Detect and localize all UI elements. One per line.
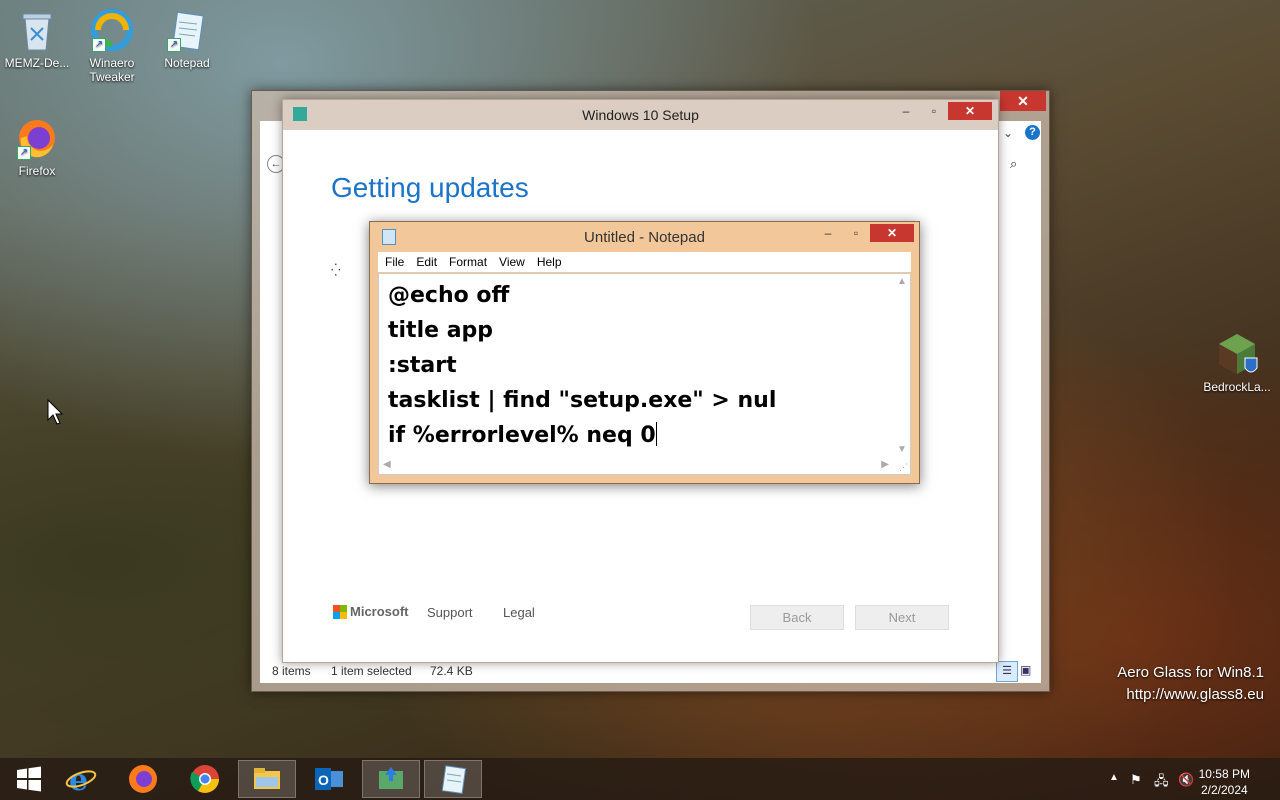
taskbar-file-explorer[interactable] bbox=[238, 760, 296, 798]
menu-file[interactable]: File bbox=[385, 255, 404, 269]
desktop-icon-bedrock-launcher[interactable]: BedrockLa... bbox=[1200, 332, 1274, 394]
taskbar-firefox[interactable] bbox=[114, 760, 172, 798]
text-line: :start bbox=[388, 353, 457, 378]
taskbar-windows-setup[interactable] bbox=[362, 760, 420, 798]
desktop-icon-label: MEMZ-De... bbox=[4, 56, 70, 70]
text-line: title app bbox=[388, 318, 494, 343]
action-center-flag-icon[interactable]: ⚑ bbox=[1130, 772, 1142, 788]
text-line: tasklist | find "setup.exe" > nul bbox=[388, 388, 777, 413]
resize-grip-icon[interactable]: ⋰ bbox=[899, 462, 908, 473]
text-caret bbox=[655, 422, 657, 446]
desktop-icon-winaero-tweaker[interactable]: ↗ Winaero Tweaker bbox=[75, 8, 149, 84]
help-icon[interactable]: ? bbox=[1025, 125, 1040, 140]
microsoft-logo-icon bbox=[333, 604, 347, 619]
setup-maximize-button[interactable]: ▫ bbox=[920, 102, 948, 120]
microsoft-brand-text: Microsoft bbox=[350, 604, 409, 619]
taskbar: e O ▲ ⚑ 🖧 🔇 10:58 PM 2/2/2024 bbox=[0, 758, 1280, 800]
setup-close-button[interactable]: ✕ bbox=[948, 102, 992, 120]
network-icon[interactable]: 🖧 bbox=[1154, 772, 1169, 794]
text-line: if %errorlevel% neq 0 bbox=[388, 423, 656, 448]
explorer-close-button[interactable]: ✕ bbox=[1000, 91, 1046, 111]
internet-explorer-icon: e bbox=[65, 763, 97, 795]
firefox-icon bbox=[129, 765, 157, 793]
menu-help[interactable]: Help bbox=[537, 255, 562, 269]
mouse-cursor-icon bbox=[47, 398, 64, 430]
setup-icon bbox=[379, 767, 403, 789]
desktop-icon-label: BedrockLa... bbox=[1203, 380, 1271, 394]
clock-date: 2/2/2024 bbox=[1200, 783, 1248, 797]
notepad-text-area[interactable]: @echo off title app :start tasklist | find … bbox=[378, 273, 911, 475]
volume-muted-icon[interactable]: 🔇 bbox=[1178, 772, 1194, 788]
notepad-maximize-button[interactable]: ▫ bbox=[842, 224, 870, 242]
status-size: 72.4 KB bbox=[430, 664, 473, 678]
search-icon[interactable]: ⌕ bbox=[1010, 156, 1017, 172]
details-view-icon[interactable]: ☰ bbox=[996, 661, 1018, 682]
menu-format[interactable]: Format bbox=[449, 255, 487, 269]
notepad-minimize-button[interactable]: – bbox=[814, 224, 842, 242]
status-item-count: 8 items bbox=[272, 664, 311, 678]
desktop-icon-label: Firefox bbox=[18, 164, 56, 178]
desktop-icon-recycle-bin[interactable]: MEMZ-De... bbox=[0, 8, 74, 70]
menu-view[interactable]: View bbox=[499, 255, 525, 269]
scroll-down-icon[interactable]: ▼ bbox=[897, 444, 907, 455]
taskbar-notepad[interactable] bbox=[424, 760, 482, 798]
start-icon bbox=[17, 766, 41, 792]
taskbar-outlook[interactable]: O bbox=[300, 760, 358, 798]
large-icons-view-icon[interactable]: ▣ bbox=[1020, 663, 1031, 677]
scroll-left-icon[interactable]: ◀ bbox=[383, 459, 391, 470]
support-link[interactable]: Support bbox=[427, 605, 473, 620]
winaero-icon: ↗ bbox=[90, 8, 134, 52]
svg-text:e: e bbox=[69, 763, 88, 795]
desktop-icon-firefox[interactable]: ↗ Firefox bbox=[0, 116, 74, 178]
setup-title: Windows 10 Setup bbox=[582, 107, 699, 123]
scroll-right-icon[interactable]: ▶ bbox=[881, 459, 889, 470]
watermark-line-1: Aero Glass for Win8.1 bbox=[1117, 664, 1264, 681]
desktop-icon-label: Notepad bbox=[164, 56, 210, 70]
progress-spinner-icon: ⁛ bbox=[331, 263, 341, 277]
taskbar-internet-explorer[interactable]: e bbox=[52, 760, 110, 798]
desktop-icon-notepad[interactable]: ↗ Notepad bbox=[150, 8, 224, 70]
notepad-icon bbox=[441, 765, 467, 794]
svg-text:O: O bbox=[318, 772, 329, 788]
status-selected: 1 item selected bbox=[331, 664, 412, 678]
outlook-icon: O bbox=[315, 768, 343, 790]
clock-time: 10:58 PM bbox=[1198, 767, 1250, 781]
microsoft-logo: Microsoft bbox=[333, 604, 409, 619]
menu-edit[interactable]: Edit bbox=[416, 255, 437, 269]
watermark-line-2: http://www.glass8.eu bbox=[1126, 686, 1264, 703]
notepad-text[interactable]: @echo off title app :start tasklist | find … bbox=[388, 278, 888, 453]
notepad-menubar: File Edit Format View Help bbox=[378, 252, 911, 272]
taskbar-chrome[interactable] bbox=[176, 760, 234, 798]
minecraft-icon bbox=[1215, 332, 1259, 376]
firefox-icon: ↗ bbox=[15, 116, 59, 160]
legal-link[interactable]: Legal bbox=[503, 605, 535, 620]
chevron-down-icon[interactable]: ⌄ bbox=[1003, 126, 1013, 140]
back-button[interactable]: Back bbox=[750, 605, 844, 630]
next-button[interactable]: Next bbox=[855, 605, 949, 630]
aero-glass-watermark: Aero Glass for Win8.1 http://www.glass8.… bbox=[1117, 662, 1264, 706]
setup-titlebar: Windows 10 Setup – ▫ ✕ bbox=[283, 100, 998, 130]
show-hidden-icons-button[interactable]: ▲ bbox=[1109, 772, 1119, 783]
desktop-icon-label: Winaero Tweaker bbox=[89, 56, 135, 84]
notepad-icon: ↗ bbox=[165, 8, 209, 52]
text-line-last: if %errorlevel% neq 0 bbox=[388, 418, 888, 453]
vertical-scrollbar[interactable]: ▲ ▼ bbox=[893, 274, 910, 457]
recycle-bin-icon bbox=[15, 8, 59, 52]
setup-heading: Getting updates bbox=[331, 172, 529, 203]
chrome-icon bbox=[190, 765, 219, 793]
scroll-up-icon[interactable]: ▲ bbox=[897, 276, 907, 287]
notepad-close-button[interactable]: ✕ bbox=[870, 224, 914, 242]
setup-minimize-button[interactable]: – bbox=[892, 102, 920, 120]
taskbar-clock[interactable]: 10:58 PM 2/2/2024 bbox=[1199, 766, 1250, 798]
file-explorer-icon bbox=[254, 768, 280, 789]
notepad-window: Untitled - Notepad – ▫ ✕ File Edit Forma… bbox=[369, 221, 920, 484]
horizontal-scrollbar[interactable]: ◀ ▶ bbox=[379, 457, 893, 474]
text-line: @echo off bbox=[388, 283, 510, 308]
start-button[interactable] bbox=[0, 760, 58, 798]
